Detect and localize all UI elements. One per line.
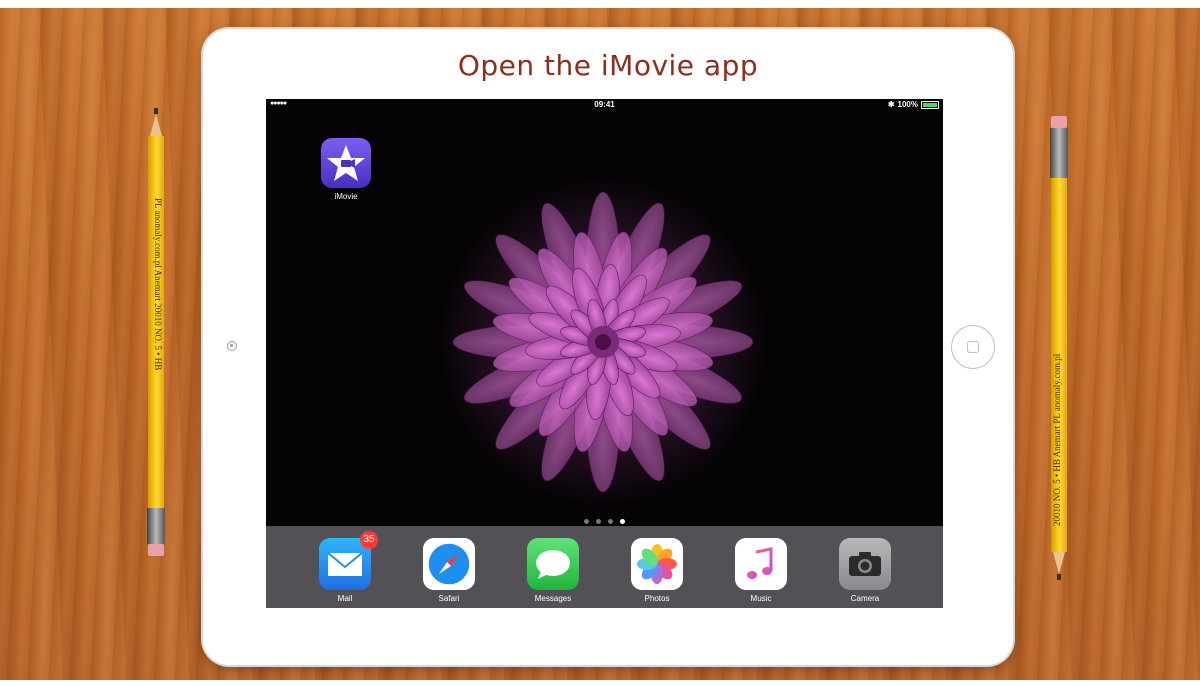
dock-app-label: Camera bbox=[850, 594, 880, 603]
letterbox-top bbox=[0, 0, 1200, 8]
wallpaper-flower bbox=[438, 177, 768, 507]
dock-app-mail[interactable]: 35 Mail bbox=[319, 531, 378, 603]
dock-app-camera[interactable]: Camera bbox=[839, 538, 891, 603]
photos-flower-icon[interactable] bbox=[631, 538, 683, 590]
page-indicator[interactable] bbox=[266, 519, 943, 524]
dock-app-label: Messages bbox=[534, 594, 572, 603]
dock: 35 Mail Safari Messages Photos Music Cam… bbox=[266, 526, 943, 608]
home-button[interactable] bbox=[951, 325, 995, 369]
imovie-app[interactable]: iMovie bbox=[321, 138, 371, 201]
dock-app-safari[interactable]: Safari bbox=[423, 538, 475, 603]
page-dot-active bbox=[620, 519, 625, 524]
letterbox-bottom bbox=[0, 680, 1200, 686]
imovie-label: iMovie bbox=[334, 192, 358, 201]
imovie-star-icon[interactable] bbox=[321, 138, 371, 188]
camera-icon[interactable] bbox=[839, 538, 891, 590]
battery-percent: 100% bbox=[897, 100, 918, 109]
page-dot bbox=[596, 519, 601, 524]
battery-icon bbox=[921, 100, 939, 109]
speech-bubble-icon[interactable] bbox=[527, 538, 579, 590]
status-time: 09:41 bbox=[594, 100, 615, 109]
dock-app-label: Mail bbox=[337, 594, 353, 603]
ipad-device: Open the iMovie app ●●●●● 09:41 ✱ 100% i… bbox=[203, 29, 1013, 665]
dock-app-photos[interactable]: Photos bbox=[631, 538, 683, 603]
safari-compass-icon[interactable] bbox=[423, 538, 475, 590]
dock-app-label: Photos bbox=[644, 594, 670, 603]
ipad-screen: ●●●●● 09:41 ✱ 100% iMovie 35 Mail Safari… bbox=[266, 99, 943, 608]
left-pencil: PL anomaly.com.pl Anemart 20010 NO. 5 • … bbox=[147, 108, 165, 570]
dock-app-label: Safari bbox=[438, 594, 460, 603]
dock-app-messages[interactable]: Messages bbox=[527, 538, 579, 603]
music-note-icon[interactable] bbox=[735, 538, 787, 590]
mail-badge: 35 bbox=[360, 531, 378, 549]
page-dot bbox=[608, 519, 613, 524]
dock-app-label: Music bbox=[750, 594, 772, 603]
bluetooth-icon: ✱ bbox=[887, 100, 895, 109]
left-pencil-print: PL anomaly.com.pl Anemart 20010 NO. 5 • … bbox=[153, 198, 163, 371]
right-pencil-print: 20010 NO. 5 • HB Anemart PL anomaly.com.… bbox=[1052, 353, 1062, 526]
front-camera bbox=[227, 341, 237, 351]
instruction-title: Open the iMovie app bbox=[457, 49, 759, 82]
right-pencil: 20010 NO. 5 • HB Anemart PL anomaly.com.… bbox=[1050, 116, 1068, 582]
status-bar: ●●●●● 09:41 ✱ 100% bbox=[266, 99, 943, 111]
page-dot bbox=[584, 519, 589, 524]
dock-app-music[interactable]: Music bbox=[735, 538, 787, 603]
